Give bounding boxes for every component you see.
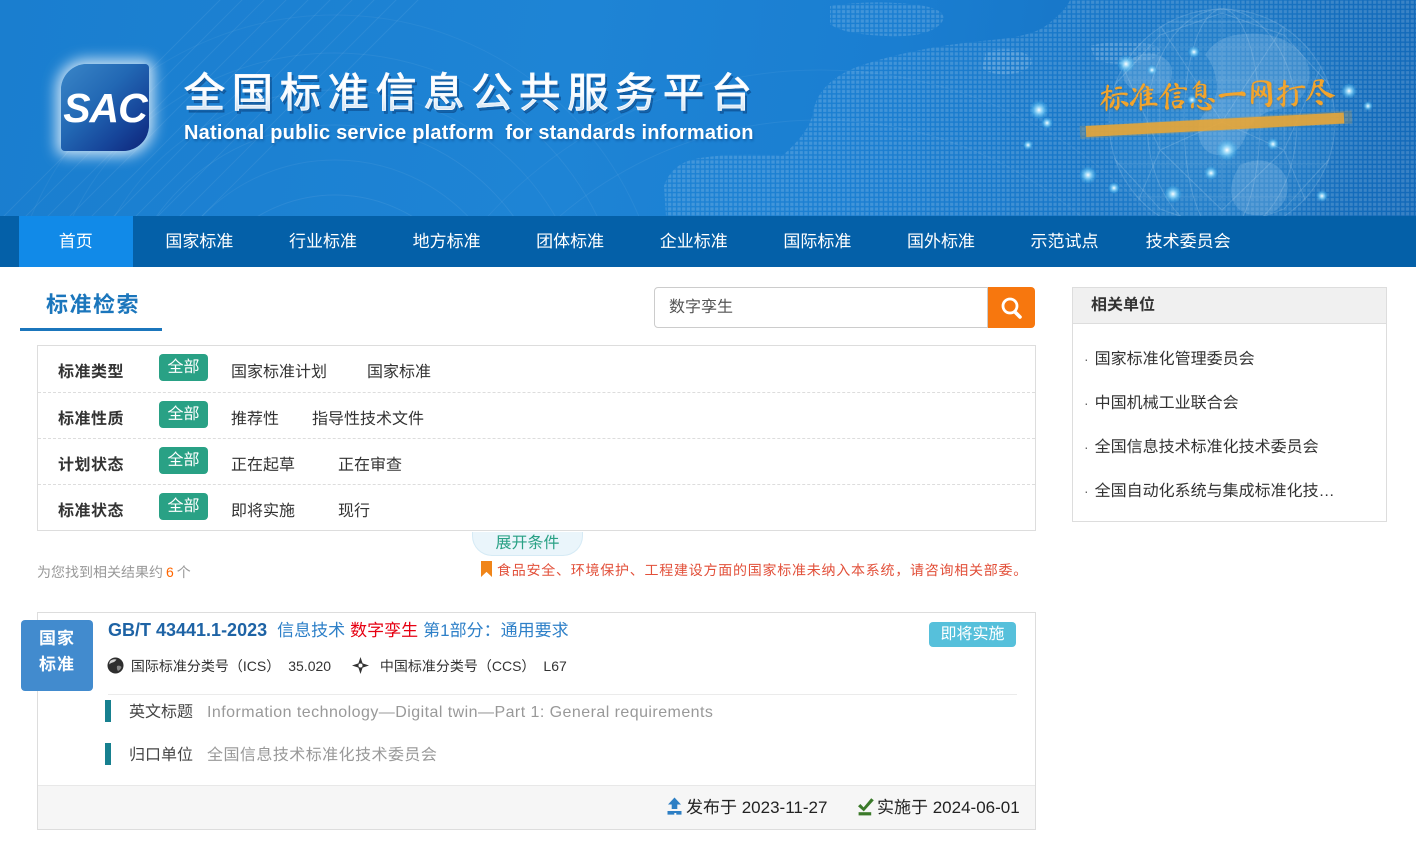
svg-text:SAC: SAC bbox=[63, 85, 149, 131]
